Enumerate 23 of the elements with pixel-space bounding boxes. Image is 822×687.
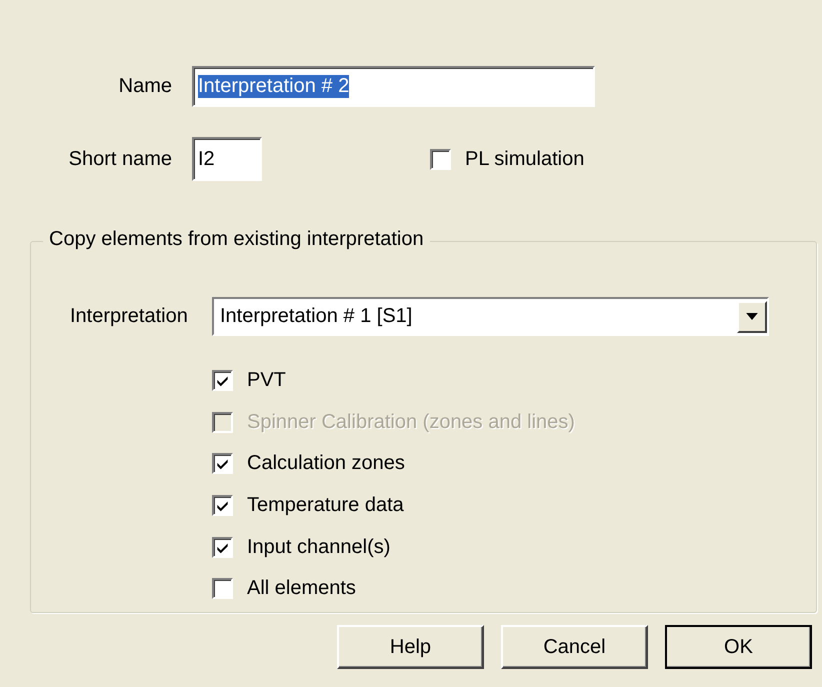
name-field[interactable]: Interpretation # 2 bbox=[192, 66, 595, 107]
checkbox-label: Input channel(s) bbox=[247, 536, 390, 559]
checkbox-label: PVT bbox=[247, 369, 286, 392]
field-label: Short name bbox=[68, 148, 173, 170]
checkbox[interactable] bbox=[212, 578, 233, 600]
short-name-field[interactable]: I2 bbox=[192, 137, 262, 181]
checkbox[interactable] bbox=[212, 536, 233, 558]
checkbox-label: Spinner Calibration (zones and lines) bbox=[247, 410, 575, 434]
checkbox-label: All elements bbox=[247, 577, 356, 600]
checkbox-label: PL simulation bbox=[465, 148, 584, 170]
checkbox[interactable] bbox=[212, 453, 233, 474]
dialog-button[interactable]: OK bbox=[665, 625, 812, 669]
dialog-button[interactable]: Help bbox=[337, 625, 484, 669]
checkbox[interactable] bbox=[212, 370, 233, 392]
field-label: Name bbox=[118, 75, 173, 98]
group-title: Copy elements from existing interpretation bbox=[43, 228, 430, 251]
checkbox-label: Calculation zones bbox=[247, 452, 405, 476]
checkbox[interactable] bbox=[430, 148, 451, 170]
dialog-button[interactable]: Cancel bbox=[501, 625, 648, 669]
field-label: Interpretation bbox=[69, 305, 189, 328]
checkbox-label: Temperature data bbox=[247, 494, 404, 518]
checkbox[interactable] bbox=[212, 495, 233, 516]
interpretation-dropdown[interactable]: Interpretation # 1 [S1] bbox=[212, 297, 769, 336]
